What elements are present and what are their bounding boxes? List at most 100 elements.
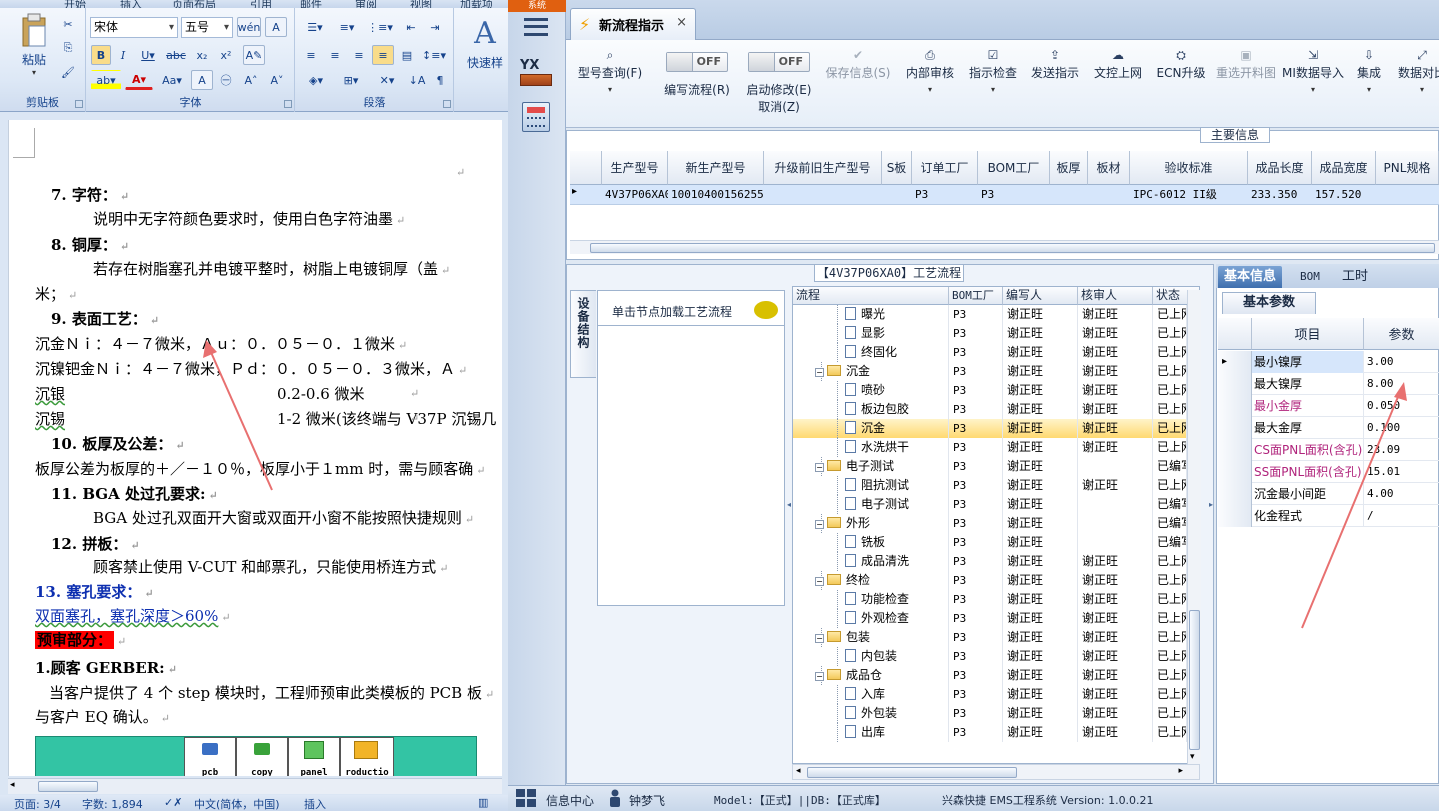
vertical-tab-device-structure[interactable]: 设备结构 (570, 290, 596, 378)
tree-header-writer[interactable]: 编写人 (1003, 287, 1078, 305)
toolbar-button-4[interactable]: ⎙ 内部审核 ▾ (902, 46, 958, 122)
param-value[interactable]: 8.00 (1364, 373, 1439, 395)
scroll-down-icon[interactable]: ▾ (1190, 752, 1195, 762)
subscript-button[interactable]: x₂ (191, 45, 213, 65)
tree-node[interactable]: 出库 (845, 723, 885, 742)
collapse-icon[interactable]: − (815, 577, 824, 586)
tree-row[interactable]: 内包装P3谢正旺谢正旺已上网 (793, 647, 1187, 666)
tree-row[interactable]: − 电子测试 P3谢正旺 已编写 (793, 457, 1187, 476)
tree-node[interactable]: 显影 (845, 324, 885, 343)
tree-row[interactable]: 水洗烘干P3谢正旺谢正旺已上网 (793, 438, 1187, 457)
collapse-icon[interactable]: − (815, 368, 824, 377)
tree-row[interactable]: 板边包胶P3谢正旺谢正旺已上网 (793, 400, 1187, 419)
status-page[interactable]: 页面: 3/4 (14, 796, 61, 811)
char-border-icon[interactable]: A (265, 17, 287, 37)
main-grid-hscroll[interactable] (570, 240, 1439, 254)
system-tab[interactable]: 系统 (508, 0, 566, 12)
toolbar-button-0[interactable]: ⌕ 型号查询(F) ▾ (572, 46, 648, 122)
toolbar-button-11[interactable]: ⇩ 集成 ▾ (1350, 46, 1388, 122)
main-grid-cell[interactable] (1050, 185, 1088, 205)
tree-row[interactable]: 外包装P3谢正旺谢正旺已上网 (793, 704, 1187, 723)
param-value[interactable]: 0.100 (1364, 417, 1439, 439)
scroll-thumb[interactable] (1189, 610, 1200, 750)
toolbar-button-2[interactable]: OFF 启动修改(E) 取消(Z) (742, 46, 816, 122)
highlight-button[interactable]: ab▾ (91, 70, 121, 90)
collapse-icon[interactable]: − (815, 672, 824, 681)
toggle-switch[interactable]: OFF (666, 52, 728, 72)
param-row[interactable]: CS面PNL面积(含孔) 23.09 (1218, 439, 1439, 461)
param-value[interactable]: 15.01 (1364, 461, 1439, 483)
tree-node[interactable]: − 电子测试 (815, 457, 894, 476)
main-grid-header[interactable]: PNL规格 (1376, 151, 1439, 185)
toolbar-button-8[interactable]: ⛭ ECN升级 (1156, 46, 1206, 122)
tree-node[interactable]: 电子测试 (845, 495, 909, 514)
tree-horizontal-scrollbar[interactable]: ◂ ▸ (792, 764, 1200, 780)
toolbar-button-3[interactable]: ✔ 保存信息(S) (822, 46, 894, 122)
main-grid-cell[interactable] (1088, 185, 1130, 205)
enclose-char-icon[interactable]: ㊀ (215, 70, 237, 90)
tree-node[interactable]: 成品清洗 (845, 552, 909, 571)
shrink-font-icon[interactable]: A˅ (265, 70, 289, 90)
tree-vertical-scrollbar[interactable]: ▾ (1187, 290, 1201, 764)
tree-row[interactable]: 阻抗测试P3谢正旺谢正旺已上网 (793, 476, 1187, 495)
collapse-icon[interactable]: − (815, 463, 824, 472)
toolbar-button-10[interactable]: ⇲ MI数据导入 ▾ (1282, 46, 1344, 122)
numbering-button[interactable]: ≡▾ (332, 17, 362, 37)
param-value[interactable]: 3.00 (1364, 351, 1439, 373)
tree-row[interactable]: 终固化P3谢正旺谢正旺已上网 (793, 343, 1187, 362)
font-family-select[interactable]: 宋体 (90, 17, 178, 38)
tree-row[interactable]: 外观检查P3谢正旺谢正旺已上网 (793, 609, 1187, 628)
tree-node[interactable]: 外观检查 (845, 609, 909, 628)
tree-row[interactable]: −包装P3谢正旺谢正旺已上网 (793, 628, 1187, 647)
scroll-right-icon[interactable]: ▸ (1178, 766, 1183, 776)
tree-node[interactable]: 外包装 (845, 704, 897, 723)
scroll-thumb[interactable] (807, 767, 1017, 778)
main-grid-header[interactable]: 新生产型号 (668, 151, 764, 185)
tree-node[interactable]: 板边包胶 (845, 400, 909, 419)
align-left-icon[interactable]: ≡ (300, 45, 322, 65)
chevron-down-icon[interactable]: ▾ (1398, 85, 1439, 94)
toolbar-button-5[interactable]: ☑ 指示检查 ▾ (964, 46, 1022, 122)
clear-format-icon[interactable]: A✎ (243, 45, 265, 65)
main-grid-header[interactable]: 成品宽度 (1312, 151, 1376, 185)
toolbar-button-12[interactable]: ⤢ 数据对比 ▾ (1398, 46, 1439, 122)
param-row[interactable]: SS面PNL面积(含孔) 15.01 (1218, 461, 1439, 483)
tree-node[interactable]: 铣板 (845, 533, 885, 552)
char-shading-icon[interactable]: A (191, 70, 213, 90)
main-grid-header[interactable]: 成品长度 (1248, 151, 1312, 185)
tab-basic-info[interactable]: 基本信息 (1218, 266, 1283, 288)
font-launcher-icon[interactable] (284, 100, 292, 108)
main-grid-header[interactable]: 升级前旧生产型号 (764, 151, 882, 185)
bullets-button[interactable]: ☰▾ (300, 17, 330, 37)
tree-row[interactable]: −终检P3谢正旺谢正旺已上网 (793, 571, 1187, 590)
chevron-down-icon[interactable]: ▾ (1350, 85, 1388, 94)
param-row[interactable]: 沉金最小间距 4.00 (1218, 483, 1439, 505)
tree-header-reviewer[interactable]: 核审人 (1078, 287, 1153, 305)
multilevel-list-button[interactable]: ⋮≡▾ (364, 17, 396, 37)
main-grid-header[interactable]: 板材 (1088, 151, 1130, 185)
chevron-down-icon[interactable]: ▾ (902, 85, 958, 94)
main-grid-header[interactable]: BOM工厂 (978, 151, 1050, 185)
main-grid-header[interactable]: 板厚 (1050, 151, 1088, 185)
main-grid-cell[interactable]: 10010400156255 (668, 185, 764, 205)
toggle-switch[interactable]: OFF (748, 52, 810, 72)
tree-row[interactable]: 功能检查P3谢正旺谢正旺已上网 (793, 590, 1187, 609)
tree-row[interactable]: 入库P3谢正旺谢正旺已上网 (793, 685, 1187, 704)
tree-row[interactable]: 显影P3谢正旺谢正旺已上网 (793, 324, 1187, 343)
toolbar-button-7[interactable]: ☁ 文控上网 (1088, 46, 1148, 122)
main-grid-cell[interactable]: P3 (978, 185, 1050, 205)
tree-row[interactable]: −沉金P3谢正旺谢正旺已上网 (793, 362, 1187, 381)
superscript-button[interactable]: x² (215, 45, 237, 65)
tree-row[interactable]: 沉金P3谢正旺谢正旺已上网 (793, 419, 1187, 438)
bold-button[interactable]: B (91, 45, 111, 65)
collapse-icon[interactable]: − (815, 634, 824, 643)
scroll-left-icon[interactable]: ◂ (796, 766, 801, 776)
justify-icon[interactable]: ≡ (372, 45, 394, 65)
cut-icon[interactable]: ✂ (58, 14, 78, 34)
underline-button[interactable]: U▾ (135, 45, 161, 65)
tree-row[interactable]: 电子测试 P3谢正旺 已编写 (793, 495, 1187, 514)
param-value[interactable]: / (1364, 505, 1439, 527)
param-value[interactable]: 0.050 (1364, 395, 1439, 417)
yx-factory-icon[interactable]: YX (520, 58, 552, 88)
main-grid-header[interactable]: S板 (882, 151, 912, 185)
